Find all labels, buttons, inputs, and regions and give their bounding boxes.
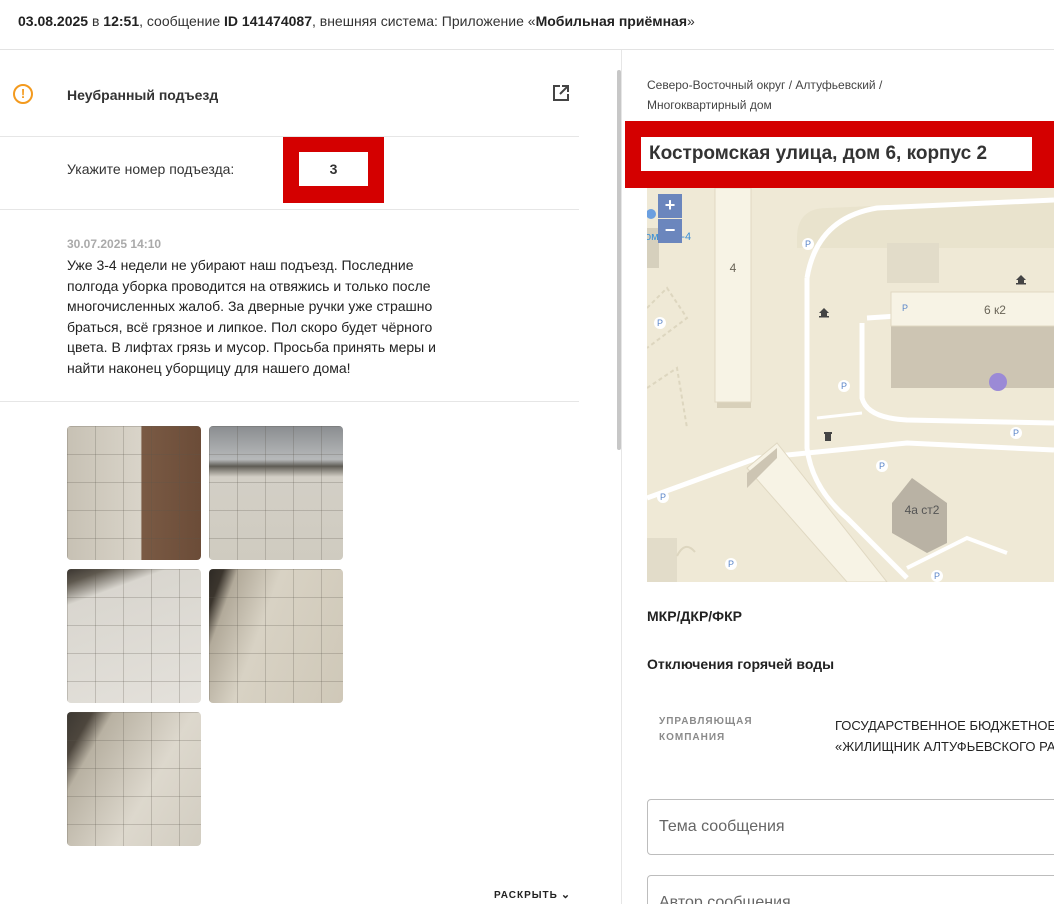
parking-icon: P: [725, 558, 737, 570]
map-canvas: 4 6 к2 4а ст2 P P P P P P P P P: [647, 188, 1054, 582]
entrance-number-field[interactable]: 3: [299, 152, 368, 186]
parking-icon: P: [802, 238, 814, 250]
author-input[interactable]: [648, 876, 1054, 904]
parking-label: P: [902, 303, 908, 313]
entrance-row: Укажите номер подъезда: 3: [0, 137, 579, 210]
hot-water-heading: Отключения горячей воды: [647, 656, 835, 672]
chevron-down-icon: ⌄: [560, 889, 572, 901]
parking-label: P: [660, 492, 666, 502]
building-label-6k2: 6 к2: [984, 303, 1006, 317]
message-datetime: 30.07.2025 14:10: [67, 237, 162, 251]
mkr-heading: МКР/ДКР/ФКР: [647, 608, 743, 624]
category-title: Неубранный подъезд: [67, 87, 219, 103]
parking-icon: P: [1010, 427, 1022, 439]
address-title: Костромская улица, дом 6, корпус 2: [649, 143, 988, 164]
parking-label: P: [934, 571, 940, 581]
parking-icon: P: [654, 317, 666, 329]
parking-label: P: [805, 239, 811, 249]
message-block: 30.07.2025 14:10 Уже 3-4 недели не убира…: [0, 210, 579, 402]
message-text: Уже 3-4 недели не убирают наш подъезд. П…: [67, 257, 436, 376]
parking-icon: P: [931, 570, 943, 582]
breadcrumb: Северо-Восточный округ / Алтуфьевский / …: [647, 78, 883, 112]
management-company-value: ГОСУДАРСТВЕННОЕ БЮДЖЕТНОЕ «ЖИЛИЩНИК АЛТУ…: [835, 715, 1054, 757]
parking-icon: P: [838, 380, 850, 392]
subject-input[interactable]: [648, 800, 1054, 854]
address-highlight-box: Костромская улица, дом 6, корпус 2: [625, 121, 1054, 188]
header-sep-in: в: [88, 13, 104, 29]
parking-label: P: [841, 381, 847, 391]
header-msg-id: ID 141474087: [224, 13, 312, 29]
subject-field[interactable]: [647, 799, 1054, 855]
building-label-4: 4: [730, 261, 737, 275]
map[interactable]: 4 6 к2 4а ст2 P P P P P P P P P + −: [647, 188, 1054, 582]
message-header: 03.08.2025 в 12:51, сообщение ID 1414740…: [0, 0, 1054, 50]
management-company-label: Управляющая компания: [659, 716, 753, 743]
building-label-4a: 4а ст2: [905, 503, 940, 517]
warning-icon: !: [13, 84, 33, 104]
photo-thumbnail[interactable]: [67, 712, 201, 846]
right-panel: Северо-Восточный округ / Алтуфьевский / …: [623, 50, 1054, 904]
author-field[interactable]: [647, 875, 1054, 904]
header-system-prefix: , внешняя система: Приложение «: [311, 13, 536, 29]
photo-thumbnail[interactable]: [67, 569, 201, 703]
photo-thumbnail[interactable]: [209, 569, 343, 703]
parking-label: P: [728, 559, 734, 569]
header-line: 03.08.2025 в 12:51, сообщение ID 1414740…: [18, 13, 695, 29]
header-system-name: Мобильная приёмная: [535, 13, 688, 29]
parking-label: P: [879, 461, 885, 471]
header-msg-prefix: , сообщение: [139, 13, 225, 29]
entrance-label: Укажите номер подъезда:: [67, 161, 235, 177]
scrollbar[interactable]: [617, 70, 621, 450]
poi-icon: [824, 432, 832, 441]
header-time: 12:51: [103, 13, 140, 29]
parking-icon: P: [657, 491, 669, 503]
open-in-new-icon[interactable]: [549, 81, 573, 105]
address-field: Костромская улица, дом 6, корпус 2: [641, 137, 1032, 171]
parking-label: P: [657, 318, 663, 328]
category-row: ! Неубранный подъезд: [0, 50, 579, 137]
header-system-suffix: »: [687, 13, 695, 29]
management-company-line-2: «ЖИЛИЩНИК АЛТУФЬЕВСКОГО РА: [835, 739, 1054, 754]
parking-icon: P: [876, 460, 888, 472]
management-company-line-1: ГОСУДАРСТВЕННОЕ БЮДЖЕТНОЕ: [835, 718, 1054, 733]
expand-label: РАСКРЫТЬ: [494, 890, 558, 901]
header-date: 03.08.2025: [18, 13, 89, 29]
photo-thumbnail[interactable]: [67, 426, 201, 560]
zoom-in-button[interactable]: +: [658, 194, 682, 218]
photo-thumbnail[interactable]: [209, 426, 343, 560]
zoom-out-button[interactable]: −: [658, 219, 682, 243]
left-panel: ! Неубранный подъезд Укажите номер подъе…: [0, 50, 622, 904]
parking-label: P: [1013, 428, 1019, 438]
expand-button[interactable]: РАСКРЫТЬ ⌄: [494, 888, 571, 901]
